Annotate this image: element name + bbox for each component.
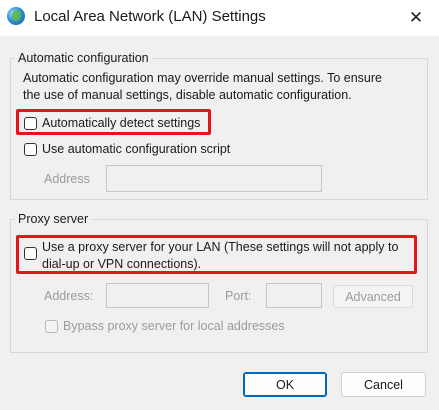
use-script-label[interactable]: Use automatic configuration script [42,142,230,156]
advanced-button-label: Advanced [345,289,401,304]
cancel-button-label: Cancel [364,377,403,392]
script-address-label: Address [44,172,90,186]
proxy-port-input[interactable] [266,283,322,308]
globe-network-icon [7,7,25,25]
bypass-local-label[interactable]: Bypass proxy server for local addresses [63,319,285,333]
automatic-configuration-legend: Automatic configuration [15,51,152,65]
ok-button-label: OK [275,377,295,392]
close-button[interactable]: ✕ [393,0,439,36]
auto-config-description-line1: Automatic configuration may override man… [23,71,382,85]
bypass-local-checkbox[interactable] [45,320,58,333]
advanced-button[interactable]: Advanced [333,285,413,308]
use-proxy-label-line2[interactable]: dial-up or VPN connections). [42,257,201,271]
detect-settings-checkbox[interactable] [24,117,37,130]
proxy-address-label: Address: [44,289,94,303]
title-bar: Local Area Network (LAN) Settings ✕ [0,0,439,36]
close-icon: ✕ [408,8,424,27]
use-proxy-label-line1[interactable]: Use a proxy server for your LAN (These s… [42,240,398,254]
use-proxy-checkbox[interactable] [24,247,37,260]
proxy-port-label: Port: [225,289,252,303]
detect-settings-label[interactable]: Automatically detect settings [42,116,200,130]
window-title: Local Area Network (LAN) Settings [34,8,266,25]
proxy-address-input[interactable] [106,283,209,308]
use-script-checkbox[interactable] [24,143,37,156]
proxy-server-legend: Proxy server [15,212,92,226]
script-address-input[interactable] [106,165,322,192]
cancel-button[interactable]: Cancel [341,372,426,397]
auto-config-description-line2: the use of manual settings, disable auto… [23,88,352,102]
ok-button[interactable]: OK [243,372,327,397]
